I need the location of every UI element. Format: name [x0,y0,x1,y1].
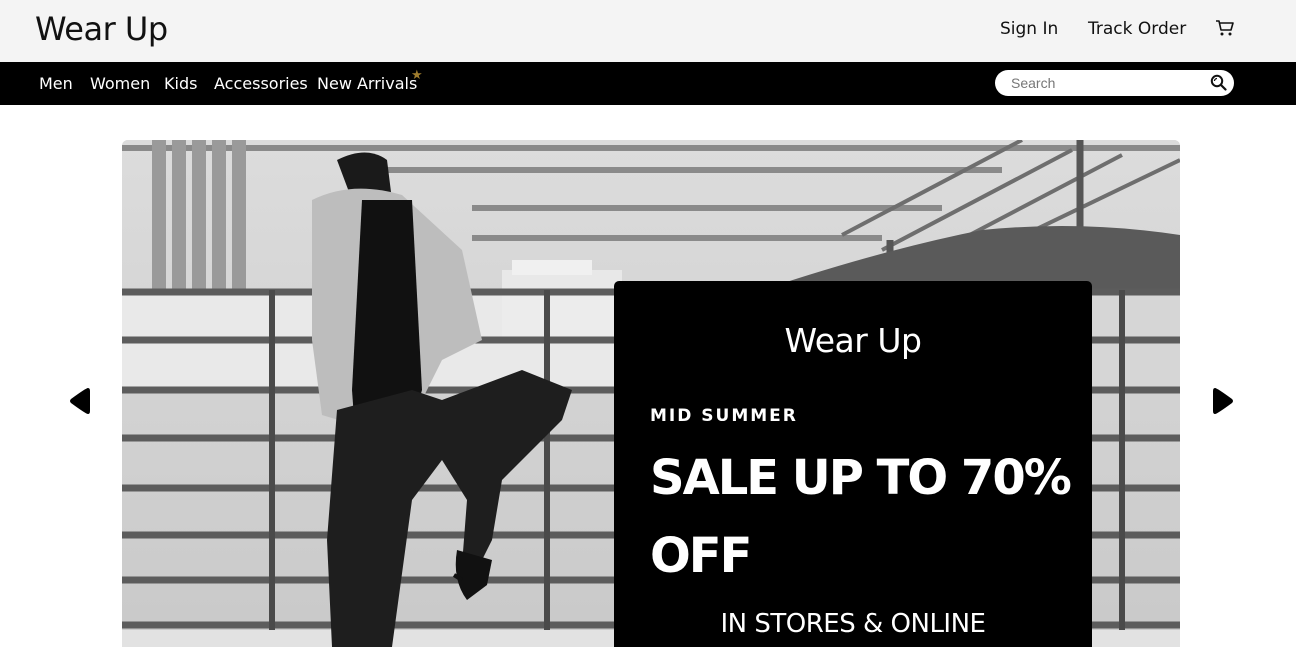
promo-subtitle: MID SUMMER [650,406,798,426]
triangle-left-icon[interactable] [68,386,92,416]
top-header: Wear Up Sign In Track Order [0,0,1296,62]
nav-item-women[interactable]: Women [90,74,150,93]
star-icon: ★ [411,67,423,82]
nav-item-kids[interactable]: Kids [164,74,197,93]
promo-headline: SALE UP TO 70% OFF [650,450,1072,584]
nav-item-accessories[interactable]: Accessories [214,74,308,93]
track-order-link[interactable]: Track Order [1088,19,1186,39]
nav-item-new-arrivals[interactable]: New Arrivals [317,74,417,93]
promo-footer: IN STORES & ONLINE [720,609,986,639]
search-icon[interactable] [1210,74,1227,91]
nav-item-men[interactable]: Men [39,74,73,93]
triangle-right-icon[interactable] [1211,386,1235,416]
search-box [995,70,1234,96]
hero-banner[interactable]: Wear Up MID SUMMER SALE UP TO 70% OFF IN… [122,140,1180,647]
promo-brand: Wear Up [784,321,922,360]
promo-panel: Wear Up MID SUMMER SALE UP TO 70% OFF IN… [614,281,1092,647]
search-input[interactable] [1011,73,1201,93]
cart-icon[interactable] [1214,17,1236,39]
sign-in-link[interactable]: Sign In [1000,19,1058,39]
brand-logo[interactable]: Wear Up [35,10,168,48]
